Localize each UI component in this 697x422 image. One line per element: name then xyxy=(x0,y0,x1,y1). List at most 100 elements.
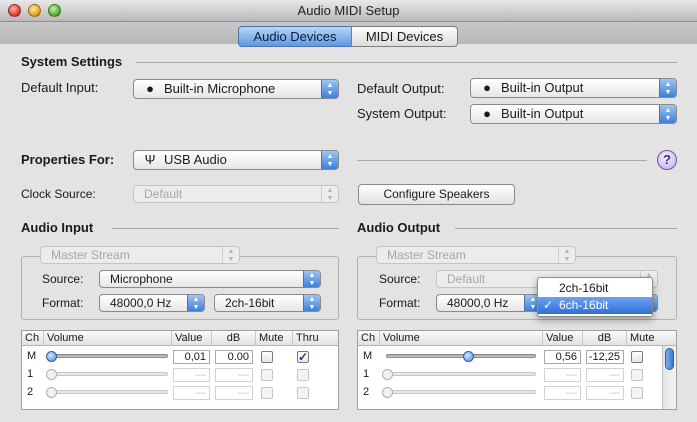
volume-slider-knob[interactable] xyxy=(382,387,393,398)
audio-input-heading: Audio Input xyxy=(21,220,94,235)
db-field: — xyxy=(586,386,624,400)
popup-arrows-icon: ▲▼ xyxy=(558,247,575,263)
format-menu-item-2ch[interactable]: 2ch-16bit xyxy=(538,280,652,297)
format-menu-item-label: 2ch-16bit xyxy=(559,281,609,295)
volume-slider-knob[interactable] xyxy=(46,351,57,362)
input-format-label: Format: xyxy=(42,296,84,310)
channel-label: M xyxy=(363,350,373,362)
input-stream-popup[interactable]: Master Stream ▲ ▼ xyxy=(40,246,240,264)
default-input-value: Built-in Microphone xyxy=(164,81,276,96)
format-menu-item-6ch[interactable]: ✓ 6ch-16bit xyxy=(538,297,652,314)
value-field[interactable]: 0,01 xyxy=(173,350,210,364)
channel-label: M xyxy=(27,350,37,362)
column-header-db: dB xyxy=(583,331,627,346)
system-output-value: Built-in Output xyxy=(501,106,584,121)
popup-arrows-icon: ▲▼ xyxy=(321,80,338,98)
popup-arrows-icon: ▲▼ xyxy=(321,186,338,202)
properties-device-popup[interactable]: Ψ USB Audio ▲ ▼ xyxy=(133,150,339,170)
popup-arrows-icon: ▲▼ xyxy=(659,79,676,97)
db-field: — xyxy=(215,368,253,382)
section-divider xyxy=(455,228,677,229)
format-menu-item-label: 6ch-16bit xyxy=(559,298,609,312)
volume-slider-track[interactable] xyxy=(50,372,168,376)
default-input-label: Default Input: xyxy=(21,80,99,95)
value-field[interactable]: 0,56 xyxy=(544,350,581,364)
clock-source-popup[interactable]: Default ▲ ▼ xyxy=(133,185,339,203)
column-header-ch: Ch xyxy=(22,331,44,346)
column-header-volume: Volume xyxy=(380,331,543,346)
channel-label: 2 xyxy=(27,386,34,398)
value-field: — xyxy=(544,368,581,382)
system-output-popup[interactable]: ● Built-in Output ▲ ▼ xyxy=(470,104,677,124)
input-format-rate-popup[interactable]: 48000,0 Hz ▲ ▼ xyxy=(99,294,205,312)
checkmark-icon: ✓ xyxy=(543,298,554,312)
format-dropdown-menu: 2ch-16bit ✓ 6ch-16bit xyxy=(537,277,653,317)
apple-icon: ● xyxy=(146,81,154,96)
window-title: Audio MIDI Setup xyxy=(297,3,400,18)
volume-slider-knob[interactable] xyxy=(46,387,57,398)
section-divider xyxy=(136,62,677,63)
properties-for-label: Properties For: xyxy=(21,152,115,167)
clock-source-value: Default xyxy=(144,187,183,201)
help-button[interactable]: ? xyxy=(657,150,677,170)
output-table-scrollbar[interactable] xyxy=(662,346,676,409)
input-source-popup[interactable]: Microphone ▲ ▼ xyxy=(99,270,321,288)
channel-label: 2 xyxy=(363,386,370,398)
default-input-popup[interactable]: ● Built-in Microphone ▲ ▼ xyxy=(133,79,339,99)
input-format-channels-popup[interactable]: 2ch-16bit ▲ ▼ xyxy=(214,294,321,312)
volume-slider-knob[interactable] xyxy=(463,351,474,362)
tab-audio-devices[interactable]: Audio Devices xyxy=(238,26,352,47)
volume-slider-knob[interactable] xyxy=(382,369,393,380)
input-source-label: Source: xyxy=(42,272,84,286)
system-settings-heading: System Settings xyxy=(21,54,123,69)
value-field: — xyxy=(173,368,210,382)
system-output-label: System Output: xyxy=(357,106,447,121)
input-channel-table: Ch Volume Value dB Mute Thru M 0,01 0.00 ✓ 1… xyxy=(21,330,339,410)
table-header: Ch Volume Value dB Mute Thru xyxy=(22,331,338,346)
channel-label: 1 xyxy=(27,368,34,380)
column-header-value: Value xyxy=(172,331,212,346)
value-field: — xyxy=(173,386,210,400)
output-stream-value: Master Stream xyxy=(387,248,466,262)
audio-output-heading: Audio Output xyxy=(357,220,441,235)
usb-icon: Ψ xyxy=(144,152,156,167)
thru-checkbox[interactable]: ✓ xyxy=(297,351,309,363)
configure-speakers-button[interactable]: Configure Speakers xyxy=(358,184,515,205)
mute-checkbox xyxy=(631,369,643,381)
thru-checkbox xyxy=(297,387,309,399)
output-stream-popup[interactable]: Master Stream ▲ ▼ xyxy=(376,246,576,264)
volume-slider-track[interactable] xyxy=(386,390,536,394)
input-source-value: Microphone xyxy=(110,272,173,286)
db-field[interactable]: -12,25 xyxy=(586,350,624,364)
output-source-value: Default xyxy=(447,272,486,286)
checkmark-icon: ✓ xyxy=(298,350,309,364)
popup-arrows-icon: ▲▼ xyxy=(659,105,676,123)
volume-slider-track[interactable] xyxy=(386,354,536,358)
output-format-rate-value: 48000,0 Hz xyxy=(447,296,509,310)
volume-slider-track[interactable] xyxy=(50,390,168,394)
column-header-thru: Thru xyxy=(296,332,319,344)
output-format-label: Format: xyxy=(379,296,421,310)
apple-icon: ● xyxy=(483,80,491,95)
mute-checkbox[interactable] xyxy=(261,351,273,363)
volume-slider-track[interactable] xyxy=(50,354,168,358)
column-header-volume: Volume xyxy=(44,331,172,346)
db-field[interactable]: 0.00 xyxy=(215,350,253,364)
output-channel-table: Ch Volume Value dB Mute M 0,56 -12,25 1 — — 2 —… xyxy=(357,330,677,410)
mute-checkbox[interactable] xyxy=(631,351,643,363)
mute-checkbox xyxy=(261,369,273,381)
default-output-popup[interactable]: ● Built-in Output ▲ ▼ xyxy=(470,78,677,98)
volume-slider-track[interactable] xyxy=(386,372,536,376)
volume-slider-knob[interactable] xyxy=(46,369,57,380)
input-format-channels-value: 2ch-16bit xyxy=(225,296,275,310)
popup-arrows-icon: ▲▼ xyxy=(321,151,338,169)
section-divider xyxy=(112,228,339,229)
output-source-label: Source: xyxy=(379,272,421,286)
scrollbar-thumb[interactable] xyxy=(665,348,674,370)
column-header-mute: Mute xyxy=(630,332,655,344)
column-header-mute: Mute xyxy=(256,331,293,346)
db-field: — xyxy=(215,386,253,400)
output-format-rate-popup[interactable]: 48000,0 Hz ▲ ▼ xyxy=(436,294,542,312)
tab-midi-devices[interactable]: MIDI Devices xyxy=(351,26,458,47)
section-divider xyxy=(357,160,647,161)
